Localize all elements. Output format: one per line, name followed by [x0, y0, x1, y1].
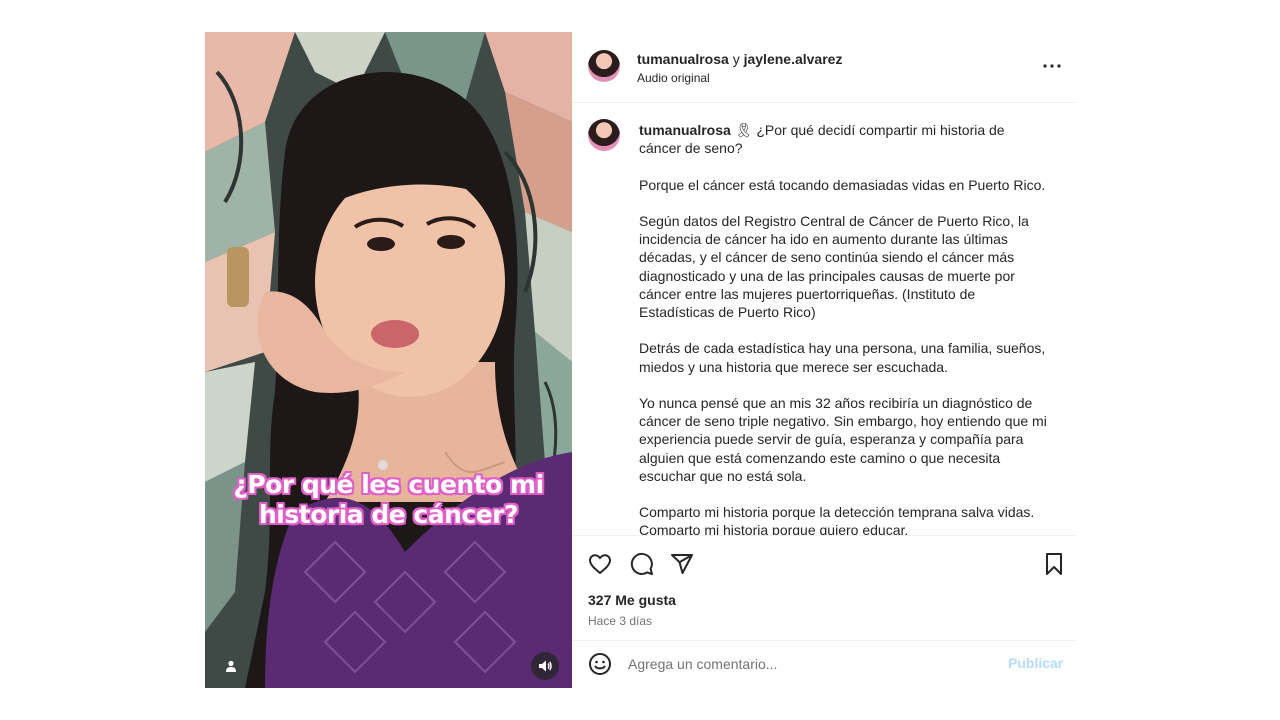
post-details-panel: tumanualrosa y jaylene.alvarez Audio ori… — [572, 32, 1076, 688]
author-username[interactable]: tumanualrosa — [637, 51, 729, 67]
more-icon — [1043, 64, 1061, 68]
heart-icon — [589, 554, 611, 574]
overlay-line-2: historia de cáncer? — [259, 500, 519, 529]
caption-text: ¿Por qué decidí compartir mi historia de… — [639, 122, 1047, 535]
user-icon — [226, 660, 236, 672]
save-button[interactable] — [1040, 550, 1068, 578]
author-avatar[interactable] — [588, 50, 620, 82]
more-options-button[interactable] — [1040, 58, 1064, 74]
share-button[interactable] — [668, 550, 696, 578]
smiley-icon — [589, 653, 611, 675]
like-count[interactable]: 327 Me gusta — [588, 592, 676, 608]
author-connector: y — [732, 51, 740, 67]
post-photo — [205, 32, 572, 688]
bookmark-icon — [1046, 553, 1062, 575]
speaker-icon — [539, 660, 552, 672]
like-button[interactable] — [586, 550, 614, 578]
post-header: tumanualrosa y jaylene.alvarez Audio ori… — [572, 32, 1076, 103]
comment-input[interactable] — [628, 652, 988, 676]
audio-link[interactable]: Audio original — [637, 71, 710, 85]
comment-bar: Publicar — [572, 640, 1076, 688]
post-caption: tumanualrosa 🎗 ¿Por qué decidí compartir… — [639, 121, 1049, 535]
caption-avatar[interactable] — [588, 119, 620, 151]
video-overlay-text: ¿Por qué les cuento mi historia de cánce… — [205, 470, 572, 530]
caption-username[interactable]: tumanualrosa — [639, 122, 731, 138]
overlay-line-1: ¿Por qué les cuento mi — [233, 470, 544, 499]
post-comment-button[interactable]: Publicar — [1008, 655, 1063, 671]
collaborator-username[interactable]: jaylene.alvarez — [744, 51, 843, 67]
tagged-users-button[interactable] — [217, 652, 245, 680]
ribbon-emoji: 🎗 — [734, 122, 753, 138]
comment-button[interactable] — [628, 550, 656, 578]
post-media[interactable]: ¿Por qué les cuento mi historia de cánce… — [205, 32, 572, 688]
paper-plane-icon — [671, 554, 693, 574]
sound-toggle-button[interactable] — [531, 652, 559, 680]
comment-icon — [630, 552, 653, 575]
emoji-button[interactable] — [588, 652, 612, 676]
post-actions: 327 Me gusta Hace 3 días — [572, 535, 1076, 641]
post-timestamp[interactable]: Hace 3 días — [588, 614, 652, 628]
post-authors: tumanualrosa y jaylene.alvarez — [637, 51, 842, 67]
caption-section: tumanualrosa 🎗 ¿Por qué decidí compartir… — [572, 103, 1076, 535]
